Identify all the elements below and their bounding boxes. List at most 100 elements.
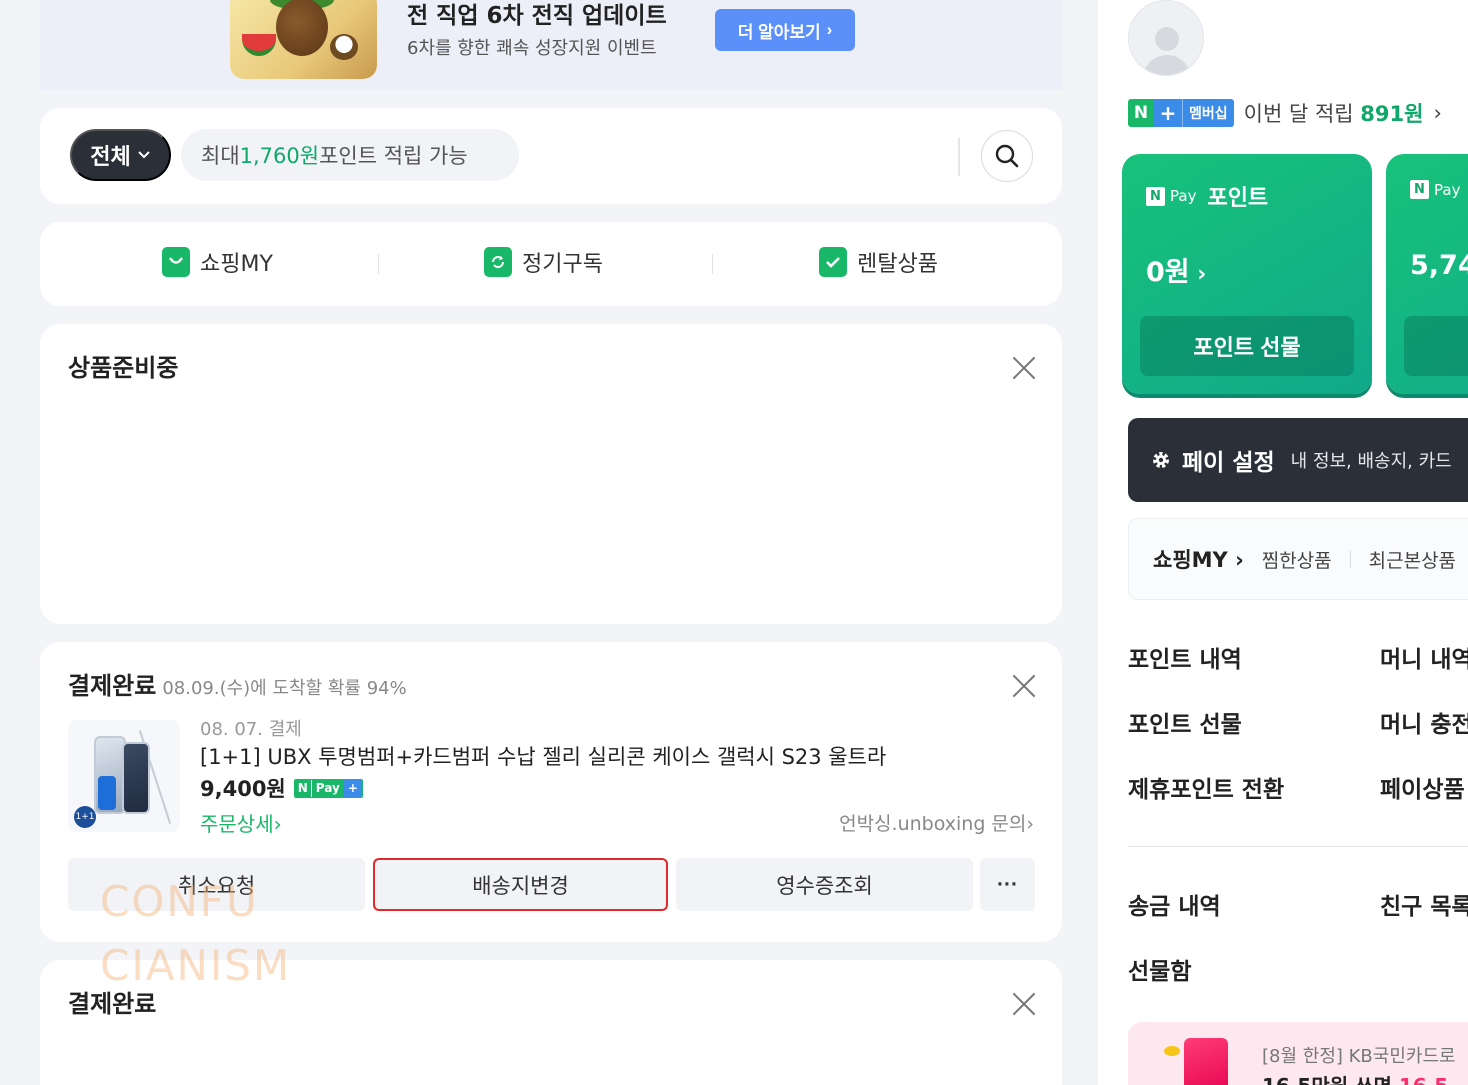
menu-item-label: 정기구독 — [522, 252, 603, 277]
pay-card-header: N Pay 포인트 — [1146, 180, 1268, 212]
product-thumbnail[interactable]: 1+1 — [68, 720, 180, 832]
promo-banner[interactable]: [8월 한정] KB국민카드로 16.5만원 쓰면 16.5 — [1128, 1022, 1468, 1085]
event-banner[interactable]: 전 직업 6차 전직 업데이트 6차를 향한 쾌속 성장지원 이벤트 더 알아보… — [40, 0, 1062, 90]
arrival-estimate: 08.09.(수)에 도착할 확률 94% — [162, 678, 407, 699]
divider — [1128, 846, 1468, 847]
menu-item-label: 렌탈상품 — [857, 252, 938, 277]
npay-membership-badge: N + 멤버십 — [1128, 99, 1234, 127]
learn-more-label: 더 알아보기 — [737, 22, 821, 42]
money-charge-link[interactable]: 머니 충전 — [1380, 705, 1468, 739]
one-plus-one-badge: 1+1 — [74, 806, 96, 828]
learn-more-button[interactable]: 더 알아보기 › — [715, 9, 855, 51]
filter-label: 전체 — [90, 144, 131, 169]
menu-item-shopping-my[interactable]: 쇼핑MY — [162, 246, 273, 278]
card-title: 결제완료 — [68, 990, 157, 1018]
search-card: 전체 최대 1,760원 포인트 적립 가능 — [40, 108, 1062, 204]
money-history-link[interactable]: 머니 내역 — [1380, 640, 1468, 674]
filter-dropdown[interactable]: 전체 — [70, 129, 171, 181]
menu-separator — [712, 254, 713, 274]
product-price: 9,400원 — [200, 777, 286, 801]
gift-box-link[interactable]: 선물함 — [1128, 952, 1191, 986]
product-price-row: 9,400원 N Pay + — [200, 773, 363, 803]
pay-point-card[interactable]: N Pay 포인트 0원 › 포인트 선물 — [1122, 154, 1372, 394]
menu-card: 쇼핑MY 정기구독 렌탈상품 — [40, 222, 1062, 306]
pay-card-header: N Pay — [1410, 180, 1468, 199]
card-title-text: 결제완료 — [68, 672, 157, 700]
chevron-down-icon — [138, 151, 150, 159]
order-detail-link[interactable]: 주문상세› — [200, 808, 282, 837]
chevron-right-icon: › — [1189, 262, 1207, 287]
promo-line1: [8월 한정] KB국민카드로 — [1262, 1046, 1456, 1067]
card-title: 결제완료 08.09.(수)에 도착할 확률 94% — [68, 666, 407, 701]
menu-item-rental[interactable]: 렌탈상품 — [819, 246, 938, 278]
close-icon[interactable] — [1011, 355, 1037, 381]
menu-separator — [378, 254, 379, 274]
wishlist-link[interactable]: 찜한상품 — [1262, 546, 1332, 573]
point-history-link[interactable]: 포인트 내역 — [1128, 640, 1242, 674]
shopping-my-bar: 쇼핑MY › 찜한상품 최근본상품 — [1128, 518, 1468, 600]
avatar[interactable] — [1128, 0, 1204, 76]
point-hint-prefix: 최대 — [201, 144, 240, 168]
charge-button[interactable]: 충전 — [1404, 316, 1468, 376]
payment-date: 08. 07. 결제 — [200, 719, 302, 740]
sidebar: N + 멤버십 이번 달 적립 891원 › N Pay 포인트 0원 › 포인… — [1098, 0, 1468, 1085]
cancel-request-button[interactable]: 취소요청 — [68, 858, 365, 911]
membership-text: 이번 달 적립 891원 — [1243, 102, 1424, 126]
money-balance[interactable]: 5,748 — [1410, 250, 1468, 281]
payment-complete-card: 결제완료 — [40, 960, 1062, 1085]
chevron-right-icon: › — [826, 20, 833, 39]
chevron-right-icon: › — [273, 812, 282, 836]
naver-n-icon: N — [1410, 180, 1429, 199]
membership-row[interactable]: N + 멤버십 이번 달 적립 891원 › — [1128, 98, 1442, 128]
shopping-my-link[interactable]: 쇼핑MY › — [1153, 544, 1244, 574]
chevron-right-icon: › — [1026, 813, 1034, 835]
shopping-bag-icon — [162, 247, 190, 277]
seller-inquiry-link[interactable]: 언박싱.unboxing 문의› — [839, 809, 1034, 836]
credit-card-image — [1184, 1038, 1228, 1085]
transfer-history-link[interactable]: 송금 내역 — [1128, 887, 1221, 921]
search-button[interactable] — [981, 130, 1033, 182]
menu-item-label: 쇼핑MY — [200, 252, 273, 277]
calendar-refresh-icon — [484, 247, 512, 277]
membership-amount: 891원 — [1360, 102, 1424, 126]
pay-money-card[interactable]: N Pay 5,748 충전 — [1386, 154, 1468, 394]
npay-plus-badge: N Pay + — [293, 778, 363, 798]
product-name[interactable]: [1+1] UBX 투명범퍼+카드범퍼 수납 젤리 실리콘 케이스 갤럭시 S2… — [200, 741, 886, 771]
settings-desc: 내 정보, 배송지, 카드 — [1290, 451, 1452, 472]
close-icon[interactable] — [1011, 673, 1037, 699]
gear-icon — [1153, 452, 1169, 468]
receipt-button[interactable]: 영수증조회 — [676, 858, 973, 911]
calendar-check-icon — [819, 247, 847, 277]
coin-icon — [1164, 1046, 1180, 1056]
separator — [1349, 550, 1351, 568]
point-hint-amount: 1,760원 — [239, 144, 320, 168]
pay-settings-bar[interactable]: 페이 설정 내 정보, 배송지, 카드 — [1128, 418, 1468, 502]
partner-point-link[interactable]: 제휴포인트 전환 — [1128, 770, 1284, 804]
menu-item-subscription[interactable]: 정기구독 — [484, 246, 603, 278]
naver-n-icon: N — [1146, 186, 1165, 206]
divider — [958, 138, 960, 176]
pay-products-link[interactable]: 페이상품 — [1380, 770, 1465, 804]
card-title: 상품준비중 — [68, 354, 179, 382]
preparing-card: 상품준비중 — [40, 324, 1062, 624]
point-gift-button[interactable]: 포인트 선물 — [1140, 316, 1354, 376]
change-address-button[interactable]: 배송지변경 — [373, 858, 668, 911]
chevron-right-icon: › — [1235, 548, 1244, 572]
main-content: 전 직업 6차 전직 업데이트 6차를 향한 쾌속 성장지원 이벤트 더 알아보… — [0, 0, 1098, 1085]
promo-line2: 16.5만원 쓰면 16.5 — [1262, 1070, 1448, 1085]
point-hint[interactable]: 최대 1,760원 포인트 적립 가능 — [181, 129, 519, 181]
point-hint-suffix: 포인트 적립 가능 — [319, 144, 468, 168]
friend-list-link[interactable]: 친구 목록 — [1380, 887, 1468, 921]
settings-title: 페이 설정 — [1182, 450, 1275, 476]
point-balance[interactable]: 0원 › — [1146, 250, 1206, 289]
more-options-button[interactable]: ··· — [980, 858, 1035, 911]
point-gift-link[interactable]: 포인트 선물 — [1128, 705, 1242, 739]
search-icon — [995, 144, 1019, 168]
banner-image — [230, 0, 377, 79]
banner-subtitle: 6차를 향한 쾌속 성장지원 이벤트 — [407, 38, 657, 59]
recent-items-link[interactable]: 최근본상품 — [1369, 546, 1456, 573]
close-icon[interactable] — [1011, 991, 1037, 1017]
chevron-right-icon: › — [1433, 101, 1442, 125]
banner-title: 전 직업 6차 전직 업데이트 — [407, 3, 667, 29]
payment-complete-card: 결제완료 08.09.(수)에 도착할 확률 94% 1+1 08. 07. 결제… — [40, 642, 1062, 942]
